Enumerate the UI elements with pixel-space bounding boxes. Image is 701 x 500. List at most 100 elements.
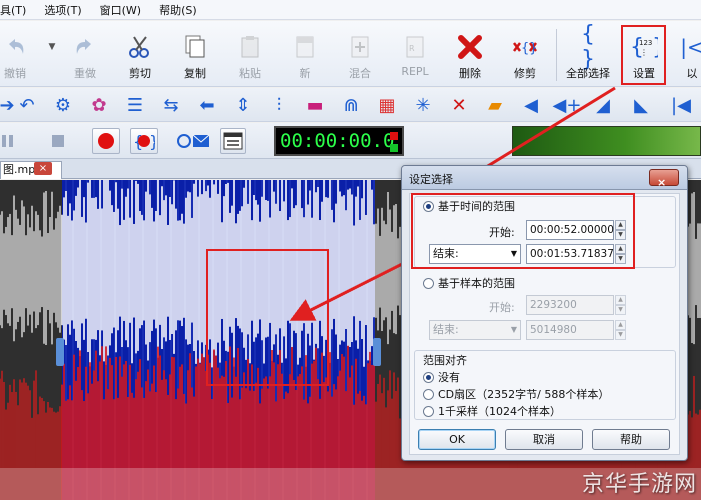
align-1k-radio[interactable]: 1千采样（1024个样本）	[423, 403, 561, 419]
selection-highlight-box	[206, 249, 329, 386]
select-all-braces-icon: { }	[581, 22, 595, 72]
sparkle-icon[interactable]: ✳	[410, 93, 436, 117]
window-icon	[223, 132, 243, 150]
radio-empty-icon	[423, 388, 434, 400]
record-selection-button[interactable]: {}	[130, 128, 158, 154]
undo-button[interactable]: 撤销	[0, 25, 42, 85]
arches-icon[interactable]: ⋒	[338, 93, 364, 117]
sample-end-input[interactable]: 5014980	[526, 320, 614, 340]
color-wheel-icon[interactable]: ✿	[86, 93, 112, 117]
equalizer-list-icon[interactable]: ☰	[122, 93, 148, 117]
fade-in-icon[interactable]: ◢	[590, 93, 616, 117]
sample-end-select[interactable]: 结束: ▼	[429, 320, 521, 340]
dialog-title: 设定选择	[409, 173, 453, 186]
rainbow-icon[interactable]: ▰	[482, 93, 508, 117]
main-toolbar: 撤销 ▼ 重做 剪切 复制 粘贴 新 混合 R REPL 删除 {} 修剪 {…	[0, 21, 701, 87]
redo-button[interactable]: 重做	[58, 25, 112, 85]
dialog-close-button[interactable]: ×	[649, 169, 679, 189]
app-window: 具(T) 选项(T) 窗口(W) 帮助(S) 撤销 ▼ 重做 剪切 复制 粘贴 …	[0, 0, 701, 500]
sample-start-input[interactable]: 2293200	[526, 295, 614, 315]
reverse-icon[interactable]: ↶	[14, 93, 40, 117]
mix-button[interactable]: 混合	[333, 25, 387, 85]
align-none-radio[interactable]: 没有	[423, 369, 460, 385]
new-document-icon	[291, 33, 319, 61]
menu-help[interactable]: 帮助(S)	[159, 2, 197, 18]
stop-icon	[52, 135, 64, 147]
mixer-icon[interactable]: ⫶	[266, 93, 292, 117]
undo-dropdown[interactable]: ▼	[38, 25, 56, 85]
copy-button[interactable]: 复制	[168, 25, 222, 85]
sample-end-spinner[interactable]: ▲ ▼	[615, 320, 626, 340]
pause-icon	[2, 135, 13, 147]
level-meter	[512, 126, 701, 156]
selection-right-handle	[373, 338, 381, 366]
delete-x-icon	[456, 33, 484, 61]
help-button[interactable]: 帮助	[592, 429, 670, 450]
replace-icon: R	[401, 33, 429, 61]
watermark: 京华手游网	[581, 472, 697, 497]
record-braces-icon: {}	[133, 132, 155, 150]
cancel-button[interactable]: 取消	[505, 429, 583, 450]
arrow-left-icon[interactable]: ⬅	[194, 93, 220, 117]
mix-label: 混合	[349, 67, 371, 80]
radio-empty-icon	[423, 277, 434, 289]
dialog-titlebar[interactable]: 设定选择 ×	[402, 166, 687, 190]
menu-options[interactable]: 选项(T)	[44, 2, 81, 18]
effects-toolbar: ➔ ↶ ⚙ ✿ ☰ ⇆ ⬅ ⇕ ⫶ ▬ ⋒ ▦ ✳ ✕ ▰ ◀ ◀+ ◢ ◣ |…	[0, 88, 701, 122]
radio-selected-icon	[423, 371, 434, 383]
email-button[interactable]	[174, 128, 214, 154]
more-button[interactable]: |< 以	[672, 25, 701, 85]
record-button[interactable]	[92, 128, 120, 154]
paste-button[interactable]: 粘贴	[223, 25, 277, 85]
scissors-icon	[126, 33, 154, 61]
cut-label: 剪切	[129, 67, 151, 80]
close-tab-icon[interactable]: ×	[34, 162, 52, 175]
file-tab[interactable]: 图.mp3	[0, 161, 62, 179]
menu-tools[interactable]: 具(T)	[0, 2, 26, 18]
expand-vertical-icon[interactable]: ⇕	[230, 93, 256, 117]
sample-range-radio[interactable]: 基于样本的范围	[423, 275, 515, 291]
svg-text:{}: {}	[521, 41, 538, 56]
paste-label: 粘贴	[239, 67, 261, 80]
more-label: 以	[686, 67, 698, 80]
stop-button[interactable]	[44, 128, 72, 154]
sample-range-label: 基于样本的范围	[438, 277, 515, 290]
speaker-icon[interactable]: ◀	[518, 93, 544, 117]
copy-icon	[181, 33, 209, 61]
align-1k-label: 1千采样（1024个样本）	[438, 405, 561, 418]
window-view-button[interactable]	[220, 128, 246, 154]
counter-lamp-red	[390, 132, 398, 140]
ok-button[interactable]: OK	[418, 429, 496, 450]
volume-plus-icon[interactable]: ◀+	[553, 93, 582, 117]
trim-icon: {}	[511, 33, 539, 61]
sample-start-spinner[interactable]: ▲ ▼	[615, 295, 626, 315]
trim-button[interactable]: {} 修剪	[498, 25, 552, 85]
selection-left-handle	[56, 338, 64, 366]
cut-button[interactable]: 剪切	[113, 25, 167, 85]
replace-button[interactable]: R REPL	[388, 25, 442, 85]
select-all-button[interactable]: { } 全部选择	[561, 22, 615, 85]
gear-icon[interactable]: ⚙	[50, 93, 76, 117]
delete-button[interactable]: 删除	[443, 25, 497, 85]
trim-label: 修剪	[514, 67, 536, 80]
replace-label: REPL	[401, 65, 429, 78]
align-none-label: 没有	[438, 371, 460, 384]
swap-icon[interactable]: ⇆	[158, 93, 184, 117]
delete-label: 删除	[459, 67, 481, 80]
settings-highlight-box	[621, 25, 666, 85]
new-button[interactable]: 新	[278, 25, 332, 85]
time-counter-value: 00:00:00.0	[280, 130, 395, 152]
silence-icon[interactable]: |◀	[668, 93, 694, 117]
close-icon: ×	[657, 176, 667, 189]
menu-window[interactable]: 窗口(W)	[100, 2, 141, 18]
menu-bar: 具(T) 选项(T) 窗口(W) 帮助(S)	[0, 0, 701, 20]
spectrum-icon[interactable]: ▦	[374, 93, 400, 117]
undo-label: 撤销	[4, 67, 26, 80]
noise-removal-icon[interactable]: ✕	[446, 93, 472, 117]
radio-empty-icon	[423, 405, 434, 417]
align-cd-radio[interactable]: CD扇区（2352字节/ 588个样本）	[423, 386, 609, 402]
gradient-bars-icon[interactable]: ▬	[302, 93, 328, 117]
select-all-label: 全部选择	[566, 67, 610, 80]
fade-out-icon[interactable]: ◣	[628, 93, 654, 117]
pause-button[interactable]	[0, 128, 22, 154]
